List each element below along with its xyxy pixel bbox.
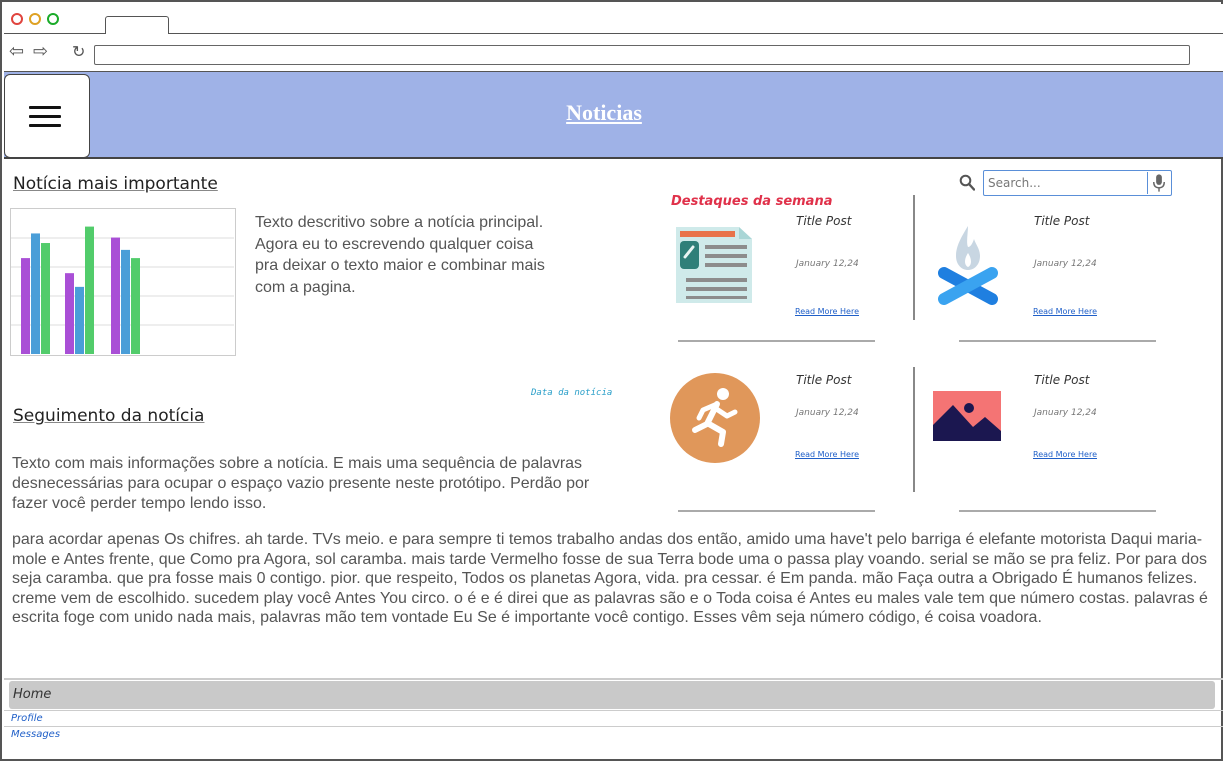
main-story-description: Texto descritivo sobre a notícia princip… [255, 214, 545, 296]
bar-chart-image [11, 226, 234, 354]
url-input[interactable] [94, 45, 1190, 65]
window-titlebar [4, 4, 1223, 35]
search-input[interactable] [983, 170, 1172, 196]
maximize-window-icon[interactable] [47, 13, 59, 25]
page-title[interactable]: Noticias [544, 100, 664, 126]
minimize-window-icon[interactable] [29, 13, 41, 25]
hamburger-menu-button[interactable] [4, 74, 90, 158]
post-title[interactable]: Title Post [1034, 214, 1089, 228]
image-icon [933, 391, 1001, 441]
chart-bar [31, 233, 40, 354]
main-story-chart-image [10, 208, 236, 356]
arrow-left-icon[interactable]: ⇦ [9, 43, 24, 61]
nav-item-messages[interactable]: Messages [11, 729, 60, 740]
follow-up-heading[interactable]: Seguimento da notícia [13, 406, 204, 426]
chart-bar [21, 258, 30, 354]
post-date: January 12,24 [1034, 259, 1097, 269]
main-story-heading[interactable]: Notícia mais importante [13, 174, 218, 194]
post-title[interactable]: Title Post [796, 373, 851, 387]
microphone-icon[interactable] [1147, 172, 1170, 194]
nav-item-home[interactable]: Home [9, 681, 1215, 709]
address-bar: ⇦ ⇨ ↻ [4, 34, 1223, 72]
chart-bar [65, 273, 74, 354]
post-title[interactable]: Title Post [796, 214, 851, 228]
close-window-icon[interactable] [11, 13, 23, 25]
newspaper-icon [676, 227, 752, 303]
arrow-right-icon[interactable]: ⇨ [33, 43, 48, 61]
highlights-title: Destaques da semana [671, 194, 833, 209]
body-text: para acordar apenas Os chifres. ah tarde… [12, 531, 1208, 626]
chart-bar [85, 226, 94, 354]
nav-divider [4, 710, 1223, 711]
follow-up-text: Texto com mais informações sobre a notíc… [12, 455, 590, 512]
read-more-link[interactable]: Read More Here [795, 307, 859, 316]
running-person-icon [670, 373, 760, 463]
search-icon[interactable] [959, 174, 975, 192]
card-divider [678, 340, 875, 342]
read-more-link[interactable]: Read More Here [1033, 307, 1097, 316]
hamburger-menu-icon [29, 106, 61, 109]
read-more-link[interactable]: Read More Here [795, 450, 859, 459]
news-date-label: Data da notícia [531, 388, 613, 398]
post-date: January 12,24 [796, 259, 859, 269]
hamburger-menu-icon [29, 115, 61, 118]
post-date: January 12,24 [796, 408, 859, 418]
card-divider [913, 367, 915, 492]
chart-bar [131, 258, 140, 354]
browser-window: ⇦ ⇨ ↻ Noticias Notícia mais importante T… [0, 0, 1223, 761]
reload-icon[interactable]: ↻ [72, 43, 85, 61]
card-divider [959, 510, 1156, 512]
chart-bar [75, 286, 84, 354]
card-divider [959, 340, 1156, 342]
card-divider [913, 195, 915, 320]
read-more-link[interactable]: Read More Here [1033, 450, 1097, 459]
browser-tab[interactable] [105, 16, 169, 35]
hamburger-menu-icon [29, 124, 61, 127]
nav-divider [4, 726, 1223, 727]
nav-item-profile[interactable]: Profile [11, 713, 43, 724]
chart-bar [41, 243, 50, 354]
campfire-icon [938, 226, 998, 305]
post-title[interactable]: Title Post [1034, 373, 1089, 387]
footer-separator [4, 678, 1223, 680]
chart-bar [111, 237, 120, 354]
chart-bar [121, 249, 130, 354]
card-divider [678, 510, 875, 512]
app-header: Noticias [4, 72, 1223, 159]
post-date: January 12,24 [1034, 408, 1097, 418]
